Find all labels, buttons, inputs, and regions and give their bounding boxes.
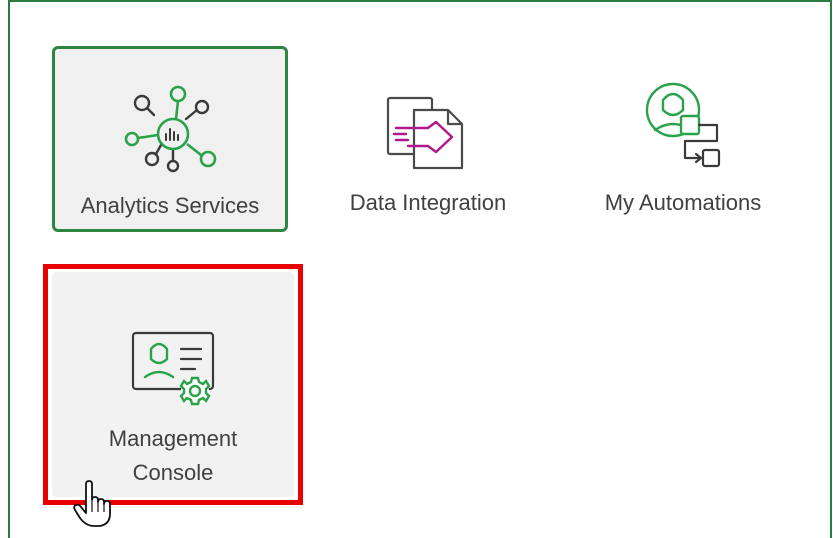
tile-label: Analytics Services (80, 193, 260, 218)
admin-gear-icon (131, 331, 215, 406)
tile-label: Data Integration (349, 190, 507, 215)
tile-management-console[interactable]: Management Console (52, 272, 294, 497)
tile-my-automations[interactable]: My Automations (565, 46, 801, 232)
tile-label: My Automations (604, 190, 762, 215)
automation-flow-icon (645, 82, 721, 168)
tile-analytics-services[interactable]: Analytics Services (52, 46, 288, 232)
data-integration-icon (386, 96, 464, 170)
hand-pointer-icon (73, 480, 111, 527)
analytics-network-icon (124, 85, 217, 173)
tile-data-integration[interactable]: Data Integration (310, 46, 546, 232)
